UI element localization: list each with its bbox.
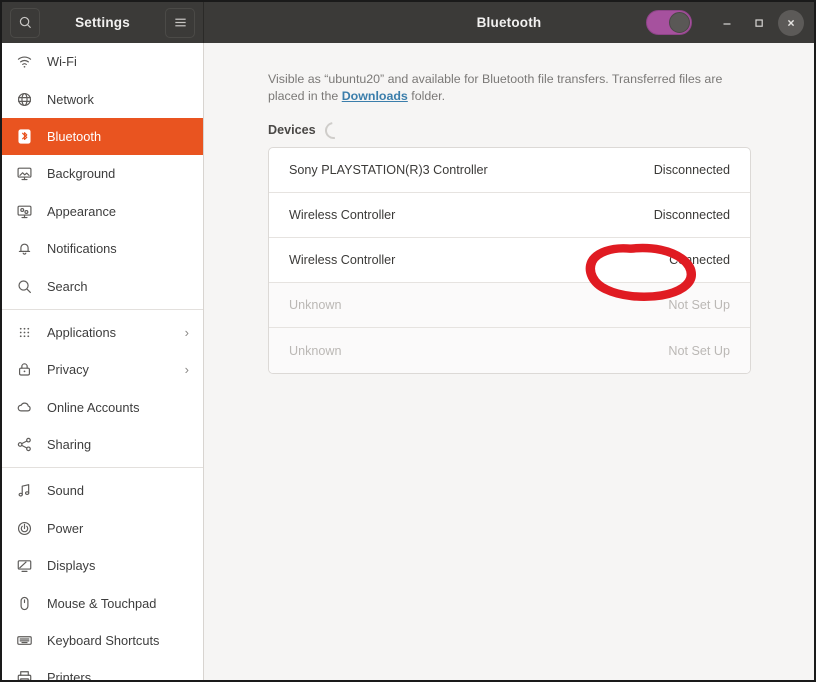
bluetooth-icon — [15, 127, 34, 146]
sidebar-item-background[interactable]: Background — [2, 155, 203, 192]
sidebar-item-label: Power — [47, 520, 84, 536]
sidebar-item-online-accounts[interactable]: Online Accounts — [2, 389, 203, 426]
mouse-icon — [15, 594, 34, 613]
sidebar-item-label: Keyboard Shortcuts — [47, 633, 160, 649]
sidebar-item-label: Online Accounts — [47, 399, 140, 415]
share-nodes-icon — [15, 435, 34, 454]
toggle-knob — [669, 12, 690, 33]
search-icon — [18, 15, 33, 30]
titlebar-sidebar-section: Settings — [2, 2, 204, 43]
sidebar-item-network[interactable]: Network — [2, 80, 203, 117]
cloud-icon — [15, 398, 34, 417]
grid-dots-icon — [15, 323, 34, 342]
sidebar-item-label: Printers — [47, 670, 92, 680]
network-globe-icon — [15, 90, 34, 109]
lock-icon — [15, 360, 34, 379]
bell-icon — [15, 239, 34, 258]
sidebar-item-label: Network — [47, 91, 94, 107]
sidebar-item-privacy[interactable]: Privacy › — [2, 351, 203, 388]
titlebar-main-section: Bluetooth — [204, 2, 814, 43]
chevron-right-icon: › — [184, 362, 189, 378]
device-list: Sony PLAYSTATION(R)3 Controller Disconnec… — [268, 147, 751, 374]
printer-icon — [15, 668, 34, 680]
appearance-monitor-icon — [15, 202, 34, 221]
sidebar-item-label: Mouse & Touchpad — [47, 595, 157, 611]
sidebar-item-sharing[interactable]: Sharing — [2, 426, 203, 463]
keyboard-icon — [15, 631, 34, 650]
devices-label: Devices — [268, 123, 316, 137]
device-name: Unknown — [289, 343, 342, 358]
device-status: Not Set Up — [668, 298, 730, 312]
device-row[interactable]: Wireless Controller Connected — [269, 238, 750, 283]
sidebar-item-label: Bluetooth — [47, 128, 102, 144]
window-controls — [646, 9, 804, 36]
chevron-right-icon: › — [184, 324, 189, 340]
sidebar-item-applications[interactable]: Applications › — [2, 314, 203, 351]
sidebar-item-power[interactable]: Power — [2, 510, 203, 547]
sidebar-item-label: Search — [47, 278, 88, 294]
sidebar-separator — [2, 467, 203, 469]
sidebar-item-label: Displays — [47, 558, 96, 574]
sidebar-item-label: Wi-Fi — [47, 54, 77, 70]
device-name: Sony PLAYSTATION(R)3 Controller — [289, 163, 488, 177]
search-button[interactable] — [10, 7, 40, 38]
description-text-after: folder. — [407, 89, 446, 103]
loading-spinner-icon — [321, 118, 345, 142]
device-status: Connected — [669, 253, 730, 267]
device-row[interactable]: Wireless Controller Disconnected — [269, 193, 750, 238]
settings-sidebar: Wi-Fi Network Bluetooth Background Appearanc… — [2, 43, 204, 680]
sidebar-item-wi-fi[interactable]: Wi-Fi — [2, 43, 203, 80]
devices-header: Devices — [268, 118, 758, 142]
sidebar-item-sound[interactable]: Sound — [2, 472, 203, 509]
music-note-icon — [15, 481, 34, 500]
device-row[interactable]: Sony PLAYSTATION(R)3 Controller Disconnec… — [269, 148, 750, 193]
sidebar-item-printers[interactable]: Printers — [2, 659, 203, 680]
hamburger-menu-button[interactable] — [165, 7, 195, 38]
device-status: Disconnected — [653, 208, 730, 222]
sidebar-item-mouse-touchpad[interactable]: Mouse & Touchpad — [2, 584, 203, 621]
sidebar-item-label: Background — [47, 166, 116, 182]
wifi-icon — [15, 52, 34, 71]
maximize-button[interactable] — [746, 10, 772, 36]
hamburger-menu-icon — [173, 15, 188, 30]
sidebar-item-keyboard-shortcuts[interactable]: Keyboard Shortcuts — [2, 622, 203, 659]
sidebar-item-notifications[interactable]: Notifications — [2, 230, 203, 267]
sidebar-item-search[interactable]: Search — [2, 267, 203, 304]
sidebar-item-displays[interactable]: Displays — [2, 547, 203, 584]
sidebar-separator — [2, 308, 203, 310]
bluetooth-panel: Visible as “ubuntu20” and available for … — [204, 43, 814, 680]
close-button[interactable] — [778, 9, 804, 36]
bluetooth-description: Visible as “ubuntu20” and available for … — [268, 71, 750, 105]
settings-window: Settings Bluetooth Wi-Fi Network Bluetoo… — [0, 0, 816, 682]
device-status: Disconnected — [653, 163, 730, 177]
device-row: Unknown Not Set Up — [269, 328, 750, 373]
device-name: Wireless Controller — [289, 208, 396, 222]
sidebar-item-label: Sharing — [47, 437, 92, 453]
search-icon — [15, 277, 34, 296]
window-body: Wi-Fi Network Bluetooth Background Appearanc… — [2, 43, 814, 680]
titlebar: Settings Bluetooth — [2, 2, 814, 43]
description-text-before: Visible as “ubuntu20” and available for … — [268, 72, 723, 103]
device-row: Unknown Not Set Up — [269, 283, 750, 328]
device-name: Unknown — [289, 298, 342, 312]
background-monitor-icon — [15, 164, 34, 183]
minimize-button[interactable] — [714, 10, 740, 36]
sidebar-item-label: Notifications — [47, 241, 117, 257]
settings-title: Settings — [75, 15, 130, 30]
device-status: Not Set Up — [668, 343, 730, 358]
sidebar-item-label: Sound — [47, 483, 85, 499]
sidebar-item-appearance[interactable]: Appearance — [2, 193, 203, 230]
sidebar-item-label: Appearance — [47, 203, 117, 219]
sidebar-item-bluetooth[interactable]: Bluetooth — [2, 117, 203, 156]
device-name: Wireless Controller — [289, 253, 396, 267]
bluetooth-power-toggle[interactable] — [646, 10, 692, 35]
downloads-link[interactable]: Downloads — [342, 89, 408, 103]
display-icon — [15, 556, 34, 575]
sidebar-item-label: Applications — [47, 324, 117, 340]
power-icon — [15, 519, 34, 538]
sidebar-item-label: Privacy — [47, 362, 89, 378]
